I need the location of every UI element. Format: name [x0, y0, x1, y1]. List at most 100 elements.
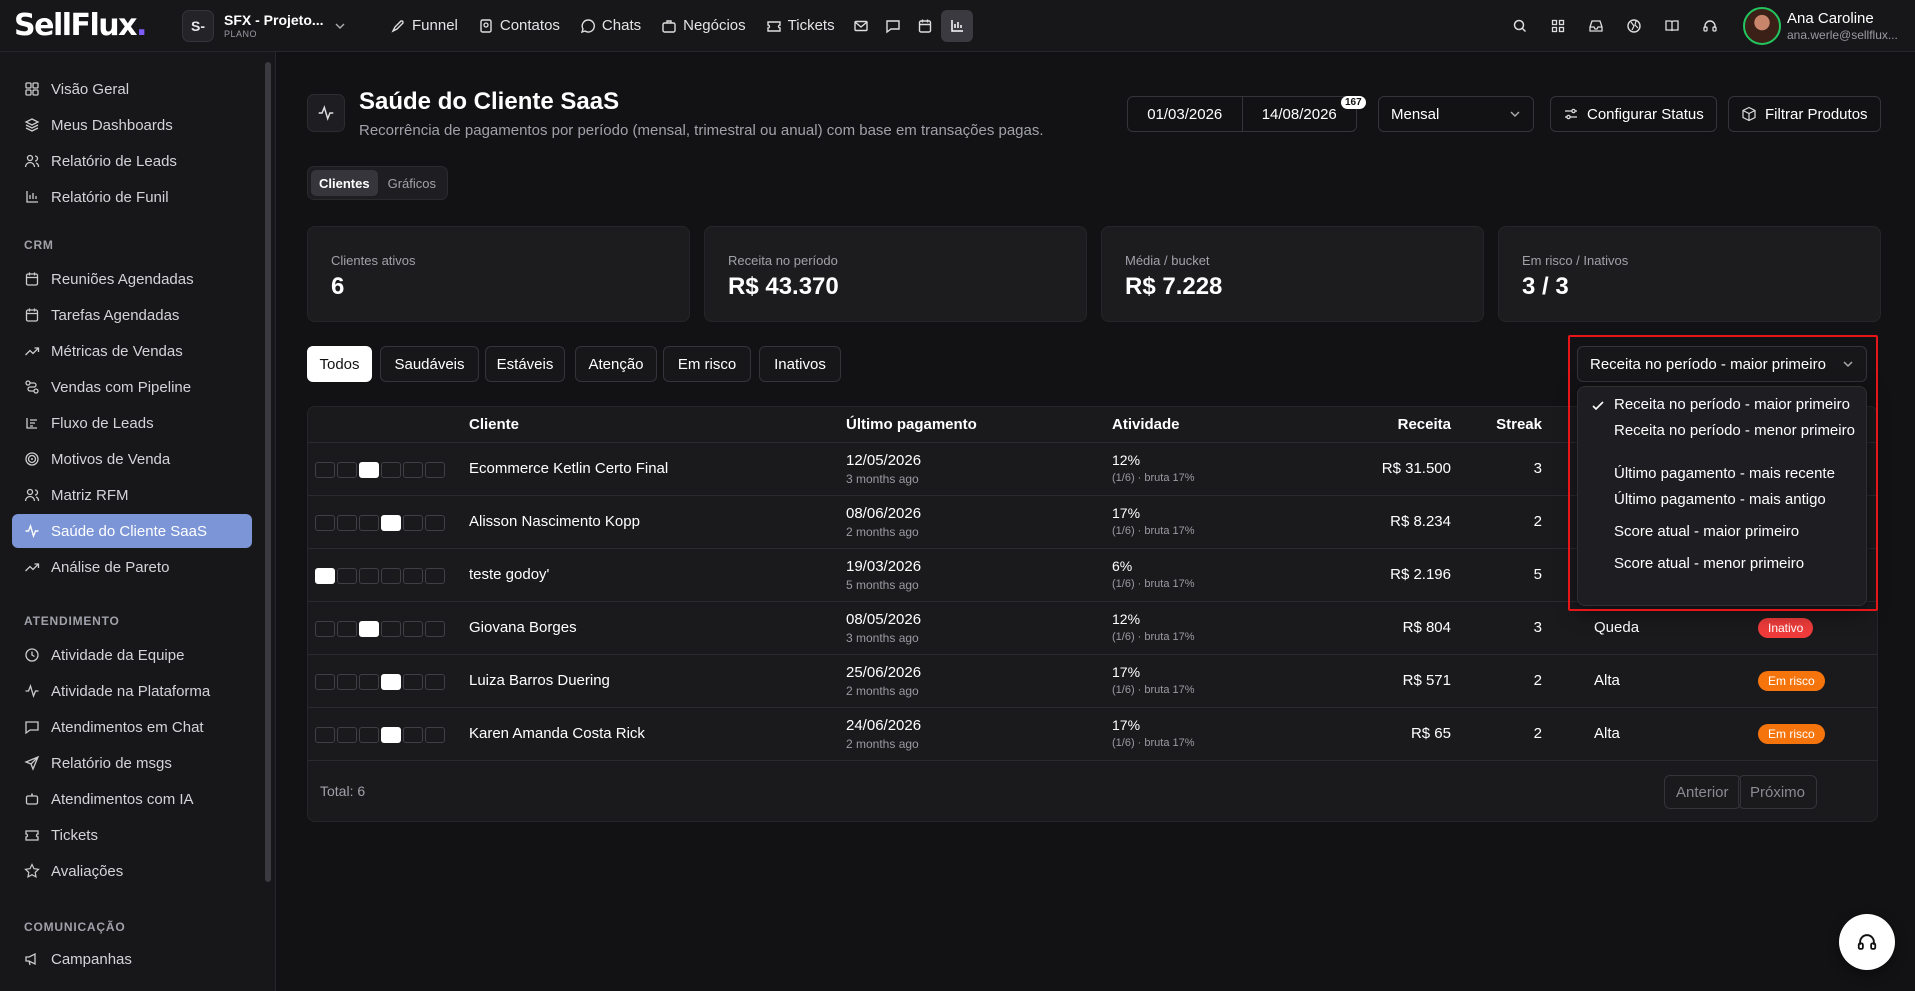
sidebar: Visão Geral Meus Dashboards Relatório de… [0, 52, 276, 991]
date-start[interactable]: 01/03/2026 [1128, 106, 1242, 123]
activity-detail: (1/6) · bruta 17% [1112, 472, 1195, 484]
col-cliente[interactable]: Cliente [469, 416, 519, 433]
sidebar-item-tickets[interactable]: Tickets [12, 818, 252, 852]
nav-tickets[interactable]: Tickets [756, 10, 845, 42]
sort-option[interactable]: Score atual - maior primeiro [1614, 522, 1864, 542]
filter-em-risco[interactable]: Em risco [663, 346, 751, 382]
client-name[interactable]: Karen Amanda Costa Rick [469, 725, 645, 742]
sort-option[interactable]: Receita no período - maior primeiro [1614, 395, 1864, 415]
sidebar-item-relatorio-funil[interactable]: Relatório de Funil [12, 180, 252, 214]
sort-select[interactable]: Receita no período - maior primeiro [1577, 346, 1867, 382]
configure-status-button[interactable]: Configurar Status [1550, 96, 1717, 132]
sidebar-item-pareto[interactable]: Análise de Pareto [12, 550, 252, 584]
nav-reports[interactable] [940, 9, 973, 42]
sidebar-item-relatorio-msgs[interactable]: Relatório de msgs [12, 746, 252, 780]
sort-option[interactable]: Score atual - menor primeiro [1614, 554, 1864, 574]
filter-estaveis[interactable]: Estáveis [485, 346, 565, 382]
nav-calendar[interactable] [909, 10, 941, 42]
timeline-slot [359, 727, 379, 743]
sidebar-item-metricas-vendas[interactable]: Métricas de Vendas [12, 334, 252, 368]
sidebar-item-campanhas[interactable]: Campanhas [12, 942, 252, 976]
view-tabs: Clientes Gráficos [307, 166, 448, 200]
sidebar-item-reunioes[interactable]: Reuniões Agendadas [12, 262, 252, 296]
table-row[interactable]: Karen Amanda Costa Rick 24/06/2026 2 month… [308, 708, 1877, 761]
streak: 2 [1533, 513, 1542, 530]
sidebar-item-saude-cliente[interactable]: Saúde do Cliente SaaS [12, 514, 252, 548]
sidebar-item-label: Motivos de Venda [51, 450, 171, 468]
next-page-button[interactable]: Próximo [1738, 775, 1818, 809]
avatar [1743, 7, 1781, 45]
support-button[interactable] [1691, 7, 1729, 45]
date-range-picker[interactable]: 01/03/2026 14/08/2026 [1127, 96, 1357, 132]
sort-dropdown: Receita no período - maior primeiro Rece… [1577, 386, 1867, 606]
user-menu[interactable]: Ana Caroline ana.werle@sellflux... [1743, 7, 1915, 45]
sidebar-item-vendas-pipeline[interactable]: Vendas com Pipeline [12, 370, 252, 404]
help-chat-button[interactable] [1839, 914, 1895, 970]
col-atividade[interactable]: Atividade [1112, 416, 1180, 433]
table-row[interactable]: Luiza Barros Duering 25/06/2026 2 months a… [308, 655, 1877, 708]
ticket-icon [766, 18, 782, 34]
sidebar-scrollbar[interactable] [265, 62, 271, 882]
integrations-button[interactable] [1615, 7, 1653, 45]
tab-graficos[interactable]: Gráficos [380, 170, 444, 196]
sidebar-item-matriz-rfm[interactable]: Matriz RFM [12, 478, 252, 512]
client-name[interactable]: Luiza Barros Duering [469, 672, 610, 689]
sidebar-item-atividade-plataforma[interactable]: Atividade na Plataforma [12, 674, 252, 708]
table-row[interactable]: Giovana Borges 08/05/2026 3 months ago 12% (… [308, 602, 1877, 655]
sidebar-item-atendimentos-ia[interactable]: Atendimentos com IA [12, 782, 252, 816]
table-footer: Total: 6 Anterior Próximo [308, 761, 1877, 821]
briefcase-icon [661, 18, 677, 34]
previous-page-button[interactable]: Anterior [1664, 775, 1741, 809]
nav-email[interactable] [845, 10, 877, 42]
filter-products-button[interactable]: Filtrar Produtos [1728, 96, 1881, 132]
filter-saudaveis[interactable]: Saudáveis [380, 346, 479, 382]
sidebar-item-avaliacoes[interactable]: Avaliações [12, 854, 252, 888]
sort-value: Receita no período - maior primeiro [1590, 355, 1826, 373]
sidebar-item-tarefas[interactable]: Tarefas Agendadas [12, 298, 252, 332]
sidebar-item-label: Matriz RFM [51, 486, 129, 504]
nav-contatos[interactable]: Contatos [468, 10, 570, 42]
nav-chats[interactable]: Chats [570, 10, 651, 42]
col-streak[interactable]: Streak [1496, 416, 1542, 433]
client-name[interactable]: Alisson Nascimento Kopp [469, 513, 640, 530]
sort-option[interactable]: Receita no período - menor primeiro [1614, 421, 1864, 441]
project-selector[interactable]: S- SFX - Projeto... PLANO [182, 9, 362, 42]
nav-negocios[interactable]: Negócios [651, 10, 756, 42]
sort-option[interactable]: Último pagamento - mais recente [1614, 464, 1864, 484]
nav-messages[interactable] [877, 10, 909, 42]
tab-clientes[interactable]: Clientes [311, 170, 378, 196]
sidebar-item-fluxo-leads[interactable]: Fluxo de Leads [12, 406, 252, 440]
client-name[interactable]: Ecommerce Ketlin Certo Final [469, 460, 668, 477]
timeline-slot [381, 515, 401, 531]
filter-atencao[interactable]: Atenção [575, 346, 657, 382]
search-button[interactable] [1501, 7, 1539, 45]
search-icon [1512, 18, 1528, 34]
filter-inativos[interactable]: Inativos [759, 346, 841, 382]
period-select[interactable]: Mensal [1378, 96, 1534, 132]
logo[interactable]: SellFlux. [14, 8, 174, 43]
sidebar-item-relatorio-leads[interactable]: Relatório de Leads [12, 144, 252, 178]
timeline-slot [315, 568, 335, 584]
nav-funnel[interactable]: Funnel [380, 10, 468, 42]
inbox-button[interactable] [1577, 7, 1615, 45]
sidebar-item-motivos-venda[interactable]: Motivos de Venda [12, 442, 252, 476]
date-end[interactable]: 14/08/2026 [1243, 106, 1357, 123]
activity-icon [317, 104, 335, 122]
filter-todos[interactable]: Todos [307, 346, 372, 382]
docs-button[interactable] [1653, 7, 1691, 45]
sidebar-item-atendimentos-chat[interactable]: Atendimentos em Chat [12, 710, 252, 744]
apps-button[interactable] [1539, 7, 1577, 45]
revenue: R$ 2.196 [1390, 566, 1451, 583]
col-receita[interactable]: Receita [1398, 416, 1451, 433]
sidebar-item-atividade-equipe[interactable]: Atividade da Equipe [12, 638, 252, 672]
col-ultimo-pagamento[interactable]: Último pagamento [846, 416, 977, 433]
kpi-card-clientes-ativos: Clientes ativos 6 [307, 226, 690, 322]
sort-option[interactable]: Último pagamento - mais antigo [1614, 490, 1864, 510]
client-name[interactable]: teste godoy' [469, 566, 549, 583]
sidebar-item-meus-dashboards[interactable]: Meus Dashboards [12, 108, 252, 142]
activity-detail: (1/6) · bruta 17% [1112, 684, 1195, 696]
client-name[interactable]: Giovana Borges [469, 619, 577, 636]
chevron-down-icon [1842, 358, 1854, 370]
timeline-slot [425, 462, 445, 478]
sidebar-item-visao-geral[interactable]: Visão Geral [12, 72, 252, 106]
